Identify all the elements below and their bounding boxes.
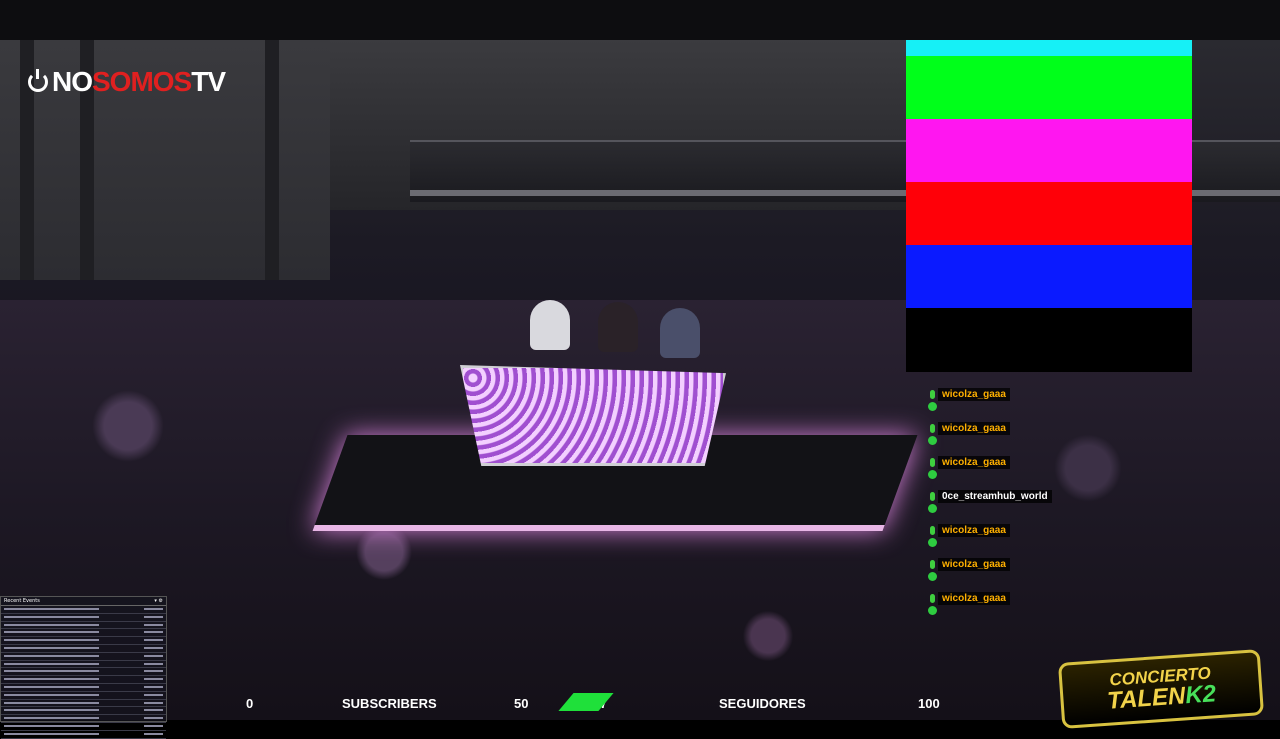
recent-events-title: Recent Events bbox=[4, 598, 40, 604]
chat-message: wicolza_gaaa bbox=[926, 556, 1126, 590]
chat-message: wicolza_gaaa bbox=[926, 522, 1126, 556]
chat-overlay: wicolza_gaaa wicolza_gaaa wicolza_gaaa 0ce_… bbox=[926, 386, 1126, 624]
chat-username[interactable]: wicolza_gaaa bbox=[938, 422, 1010, 435]
event-row bbox=[1, 637, 166, 645]
chat-message: wicolza_gaaa bbox=[926, 386, 1126, 420]
chat-badge-icon bbox=[928, 504, 937, 513]
subscribers-count: 0 bbox=[246, 696, 254, 711]
subscribers-goal: 50 bbox=[514, 696, 529, 711]
mic-icon bbox=[930, 594, 935, 603]
mic-icon bbox=[930, 526, 935, 535]
color-bar-black bbox=[906, 308, 1192, 372]
chat-username[interactable]: wicolza_gaaa bbox=[938, 388, 1010, 401]
chat-badge-icon bbox=[928, 572, 937, 581]
chat-username[interactable]: 0ce_streamhub_world bbox=[938, 490, 1052, 503]
color-bar-cyan bbox=[906, 40, 1192, 56]
mic-icon bbox=[930, 560, 935, 569]
event-row bbox=[1, 661, 166, 669]
color-bars-test-pattern bbox=[906, 40, 1192, 372]
event-row bbox=[1, 614, 166, 622]
subscribers-label: SUBSCRIBERS bbox=[342, 696, 437, 711]
mic-icon bbox=[930, 458, 935, 467]
judge-figure bbox=[660, 308, 700, 358]
color-bar-red bbox=[906, 182, 1192, 245]
chat-username[interactable]: wicolza_gaaa bbox=[938, 558, 1010, 571]
brand-suffix: K2 bbox=[1184, 680, 1217, 710]
event-row bbox=[1, 606, 166, 614]
judges-desk bbox=[460, 365, 726, 466]
event-row bbox=[1, 645, 166, 653]
judge-figure bbox=[598, 302, 638, 352]
color-bar-magenta bbox=[906, 119, 1192, 182]
color-bar-blue bbox=[906, 245, 1192, 308]
mic-icon bbox=[930, 492, 935, 501]
chat-message: wicolza_gaaa bbox=[926, 420, 1126, 454]
wall-pillar bbox=[265, 40, 279, 280]
logo-word-no: NO bbox=[52, 66, 93, 97]
chat-badge-icon bbox=[928, 436, 937, 445]
chat-username[interactable]: wicolza_gaaa bbox=[938, 592, 1010, 605]
chat-username[interactable]: wicolza_gaaa bbox=[938, 524, 1010, 537]
event-row bbox=[1, 731, 166, 739]
followers-label: SEGUIDORES bbox=[719, 696, 806, 711]
event-row bbox=[1, 668, 166, 677]
event-row bbox=[1, 676, 166, 684]
settings-icon[interactable]: ▾ ⚙ bbox=[154, 598, 163, 604]
top-black-band bbox=[0, 0, 1280, 40]
event-row bbox=[1, 653, 166, 661]
event-row bbox=[1, 723, 166, 731]
chat-badge-icon bbox=[928, 402, 937, 411]
followers-goal: 100 bbox=[918, 696, 940, 711]
brand-line2: TALEN bbox=[1106, 682, 1187, 715]
nosomostv-logo: NOSOMOSTV bbox=[28, 66, 226, 98]
chat-message: wicolza_gaaa bbox=[926, 590, 1126, 624]
chat-username[interactable]: wicolza_gaaa bbox=[938, 456, 1010, 469]
chat-badge-icon bbox=[928, 538, 937, 547]
chat-badge-icon bbox=[928, 606, 937, 615]
event-row bbox=[1, 629, 166, 638]
logo-word-somos: SOMOS bbox=[92, 66, 192, 97]
power-icon bbox=[28, 69, 48, 92]
judge-figure bbox=[530, 300, 570, 350]
chat-message: wicolza_gaaa bbox=[926, 454, 1126, 488]
mic-icon bbox=[930, 390, 935, 399]
mic-icon bbox=[930, 424, 935, 433]
chat-message: 0ce_streamhub_world bbox=[926, 488, 1126, 522]
concierto-talento-logo: CONCIERTO TALENK2 bbox=[1057, 649, 1265, 729]
logo-word-tv: TV bbox=[191, 66, 226, 97]
color-bar-green bbox=[906, 56, 1192, 119]
chat-badge-icon bbox=[928, 470, 937, 479]
event-row bbox=[1, 622, 166, 630]
